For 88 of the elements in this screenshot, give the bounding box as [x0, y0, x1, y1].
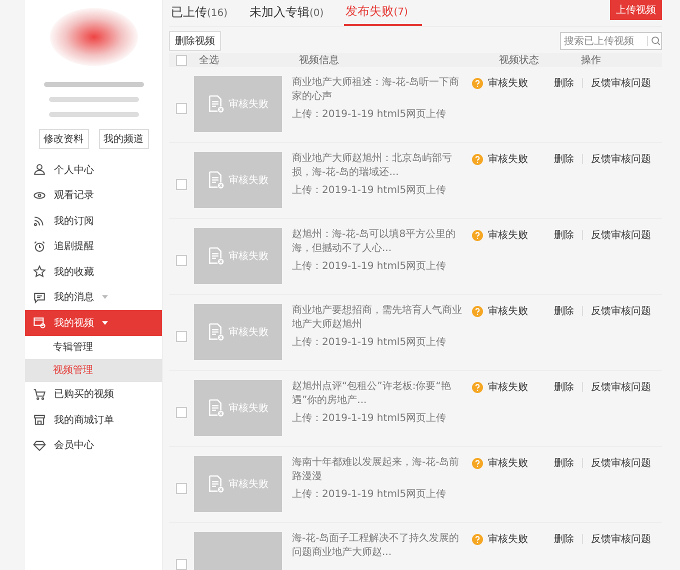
video-title[interactable]: 商业地产要想招商，需先培育人气商业地产大师赵旭州 [292, 304, 468, 332]
video-icon [33, 316, 46, 330]
sidebar-item[interactable]: 我的订阅 [25, 208, 162, 234]
action-link[interactable]: 反馈审核问题 [591, 304, 651, 318]
column-header: 操作 [581, 54, 601, 67]
upload-info: 上传：2019-1-19 html5网页上传 [292, 184, 448, 198]
upload-info: 上传：2019-1-19 html5网页上传 [292, 336, 448, 350]
status-text: 审核失败 [488, 304, 528, 318]
status-text: 审核失败 [488, 456, 528, 470]
action-link[interactable]: 反馈审核问题 [591, 76, 651, 90]
status-text: 审核失败 [488, 532, 528, 546]
profile-button[interactable]: 我的频道 [98, 129, 148, 149]
question-icon [472, 382, 483, 392]
video-title[interactable]: 赵旭州：海-花-岛可以填8平方公里的海，但撼动不了人心... [292, 228, 468, 256]
sidebar-item[interactable]: 追剧提醒 [25, 234, 162, 259]
question-icon [472, 534, 483, 544]
action-link[interactable]: 删除 [554, 532, 574, 546]
profile-button[interactable]: 修改资料 [38, 129, 88, 149]
question-icon [472, 154, 483, 164]
row-checkbox[interactable] [176, 179, 187, 190]
upload-info: 上传：2019-1-19 html5网页上传 [292, 488, 448, 502]
alarm-icon [33, 240, 46, 253]
video-title[interactable]: 海-花-岛面子工程解决不了持久发展的问题商业地产大师赵... [292, 532, 468, 560]
star-icon [33, 265, 46, 278]
upload-info: 上传：2019-1-19 html5网页上传 [292, 260, 448, 274]
failed-file-icon [208, 475, 224, 493]
video-title[interactable]: 赵旭州点评“包租公”许老板:你要“艳遇”你的房地产... [292, 380, 468, 408]
column-header: 视频状态 [499, 54, 540, 67]
sidebar-item[interactable]: 我的视频 [25, 310, 162, 336]
row-checkbox[interactable] [176, 255, 187, 266]
row-checkbox[interactable] [176, 483, 187, 494]
search-icon [647, 36, 661, 46]
action-link[interactable]: 删除 [554, 304, 574, 318]
tab[interactable]: 已上传(16) [169, 1, 242, 25]
failed-file-icon [208, 323, 224, 341]
status-text: 审核失败 [488, 76, 528, 90]
search-field[interactable]: 搜索已上传视频 [560, 32, 662, 50]
action-link[interactable]: 删除 [554, 380, 574, 394]
action-link[interactable]: 删除 [554, 152, 574, 166]
question-icon [472, 78, 483, 88]
video-title[interactable]: 商业地产大师赵旭州：北京岛屿部亏损，海-花-岛的瑞域还... [292, 152, 468, 180]
select-all-label: 全选 [199, 54, 220, 67]
row-checkbox[interactable] [176, 103, 187, 114]
row-checkbox[interactable] [176, 559, 187, 570]
sidebar-item[interactable]: 个人中心 [25, 157, 162, 182]
diamond-icon [33, 438, 46, 452]
row-checkbox[interactable] [176, 331, 187, 342]
sidebar-item[interactable]: 我的收藏 [25, 259, 162, 284]
upload-info: 上传：2019-1-19 html5网页上传 [292, 412, 448, 426]
action-link[interactable]: 删除 [554, 228, 574, 242]
failed-file-icon [208, 95, 224, 113]
rss-icon [33, 214, 46, 228]
cart-icon [33, 388, 46, 401]
failed-file-icon [208, 399, 224, 417]
question-icon [472, 306, 483, 316]
video-title[interactable]: 海南十年都难以发展起来，海-花-岛前路漫漫 [292, 456, 468, 484]
question-icon [472, 230, 483, 240]
column-header: 视频信息 [299, 54, 340, 67]
submenu-item[interactable]: 专辑管理 [25, 336, 162, 358]
upload-info: 上传：2019-1-19 html5网页上传 [292, 108, 448, 122]
status-text: 审核失败 [488, 152, 528, 166]
action-link[interactable]: 反馈审核问题 [591, 532, 651, 546]
failed-file-icon [208, 247, 224, 265]
action-link[interactable]: 反馈审核问题 [591, 456, 651, 470]
delete-video-button[interactable]: 删除视频 [169, 31, 221, 51]
tab[interactable]: 发布失败(7) [344, 0, 422, 26]
action-link[interactable]: 反馈审核问题 [591, 228, 651, 242]
tab[interactable]: 未加入专辑(0) [248, 1, 338, 25]
sidebar-item[interactable]: 会员中心 [25, 432, 162, 458]
failed-file-icon [208, 171, 224, 189]
question-icon [472, 458, 483, 468]
action-link[interactable]: 反馈审核问题 [591, 380, 651, 394]
sidebar-item[interactable]: 观看记录 [25, 182, 162, 208]
video-title[interactable]: 商业地产大师祖述：海-花-岛听一下商家的心声 [292, 76, 468, 104]
sidebar-item[interactable]: 我的消息 [25, 284, 162, 310]
action-link[interactable]: 反馈审核问题 [591, 152, 651, 166]
sidebar-item[interactable]: 已购买的视频 [25, 382, 162, 407]
upload-video-button[interactable]: 上传视频 [610, 0, 662, 20]
action-link[interactable]: 删除 [554, 456, 574, 470]
user-icon [33, 163, 46, 176]
message-icon [33, 290, 46, 304]
select-all-checkbox[interactable] [176, 54, 187, 66]
row-checkbox[interactable] [176, 407, 187, 418]
status-text: 审核失败 [488, 228, 528, 242]
status-text: 审核失败 [488, 380, 528, 394]
sidebar-item[interactable]: 我的商城订单 [25, 407, 162, 432]
shop-icon [33, 413, 46, 426]
action-link[interactable]: 删除 [554, 76, 574, 90]
